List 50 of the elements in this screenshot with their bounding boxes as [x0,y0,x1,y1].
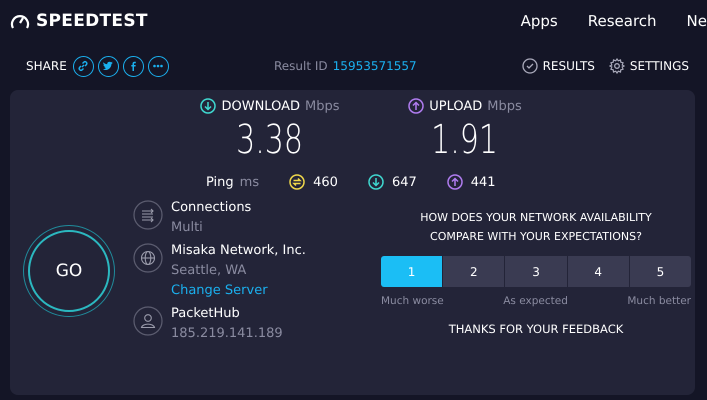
metric-value: 1.91 [432,116,498,165]
ping-value: 647 [392,174,417,190]
user-icon [133,306,163,336]
info-subtitle: Multi [171,220,204,235]
more-share-button[interactable] [148,56,169,76]
nav-link[interactable]: Ne [686,12,707,30]
change-server-link[interactable]: Change Server [171,283,306,298]
settings-button[interactable]: SETTINGS [608,58,689,74]
result-id-label: Result ID [274,59,328,73]
link-share-button[interactable] [72,56,94,76]
arrows-icon [133,200,163,230]
info-title: Connections [171,200,252,215]
ping-label: Ping [206,174,234,190]
info-subtitle: 185.219.141.189 [171,326,283,341]
facebook-share-button[interactable] [122,56,144,76]
nav-link[interactable]: Apps [520,12,558,30]
ping-unit: ms [240,174,260,190]
rating-option[interactable]: 4 [568,256,629,287]
gauge-icon [10,12,30,30]
metric-unit: Mbps [487,98,522,114]
scale-label: Much worse [381,295,444,307]
rating-option[interactable]: 3 [505,256,567,287]
go-button[interactable]: GO [23,224,115,316]
info-title: Misaka Network, Inc. [171,243,306,258]
checkmark-icon [522,58,538,74]
result-id-link[interactable]: 15953571557 [332,59,417,73]
globe-icon [133,243,163,273]
survey-question: HOW DOES YOUR NETWORK AVAILABILITY COMPARE WITH YOUR EXPECTATIONS? [419,210,653,245]
info-title: PacketHub [171,306,241,321]
metric-value: 3.38 [236,116,304,165]
rating-option[interactable]: 2 [443,256,504,287]
feedback-message: THANKS FOR YOUR FEEDBACK [448,322,624,336]
ping-value: 460 [313,174,338,190]
results-button[interactable]: RESULTS [522,58,595,74]
logo-text[interactable]: SPEEDTEST [36,11,148,31]
nav-link[interactable]: Research [588,12,657,30]
metric-label: UPLOAD [429,98,482,114]
share-label: SHARE [26,59,67,73]
scale-label: As expected [503,295,568,307]
rating-option[interactable]: 5 [630,256,691,287]
info-subtitle: Seattle, WA [171,263,248,278]
link-icon [77,60,90,72]
scale-label: Much better [627,295,691,307]
jitter-icon [289,174,306,190]
bird-icon [102,60,114,72]
twitter-share-button[interactable] [98,56,119,76]
settings-icon [608,58,625,74]
metric-unit: Mbps [305,98,340,114]
ping-value: 441 [470,174,496,190]
metric-label: DOWNLOAD [221,98,300,114]
